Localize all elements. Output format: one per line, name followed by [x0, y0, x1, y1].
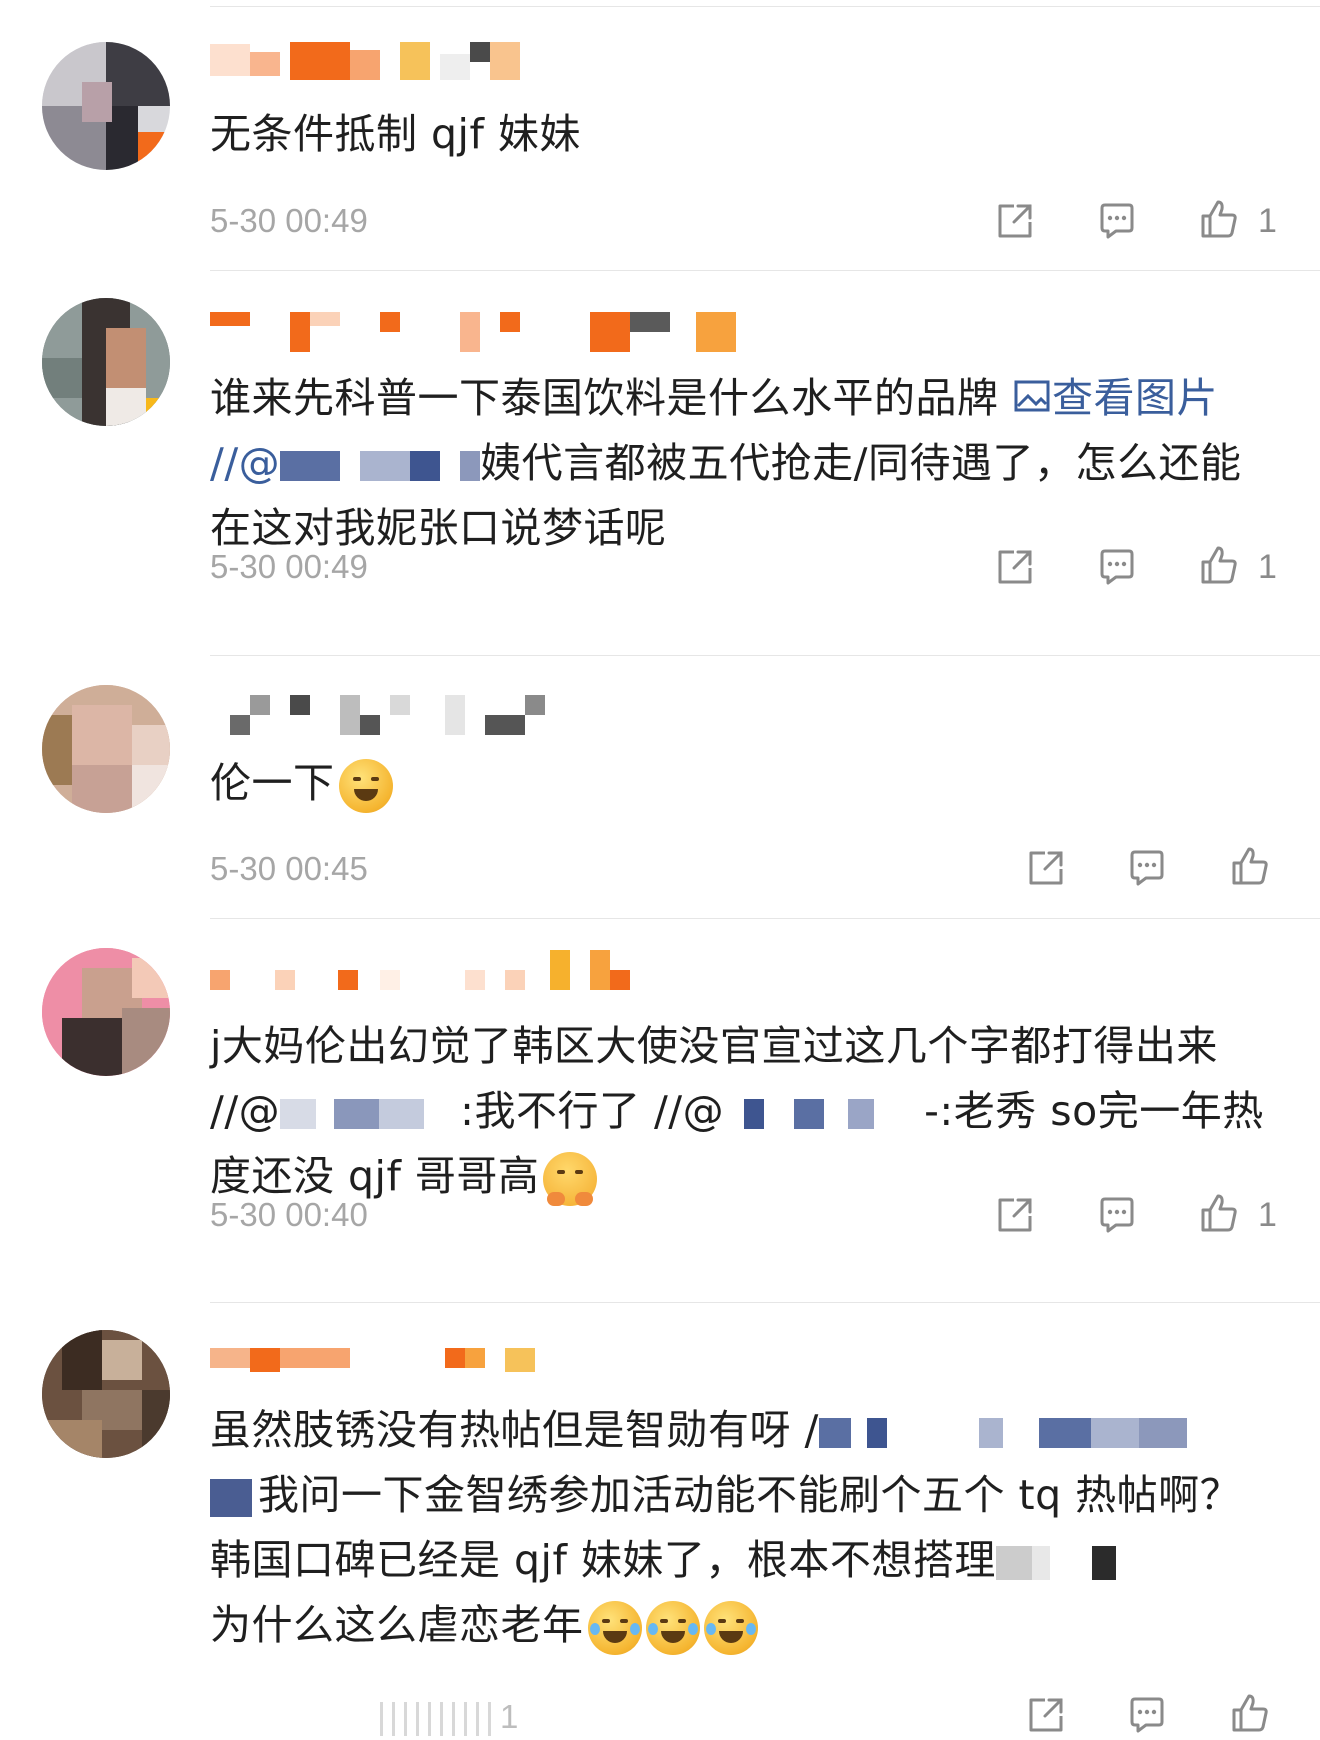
view-image-label: 查看图片: [1052, 374, 1219, 422]
comment-time: 5-30 00:49: [210, 548, 368, 585]
comment-text-part2: :我不行了 //@: [460, 1087, 725, 1135]
laughing-emoji-icon: [587, 1601, 642, 1655]
comment-text-part1: 谁来先科普一下泰国饮料是什么水平的品牌: [210, 374, 1013, 422]
like-icon[interactable]: [1229, 1692, 1271, 1734]
share-icon[interactable]: [994, 1194, 1036, 1236]
redacted-time: [380, 1702, 500, 1737]
comment-icon[interactable]: [1126, 847, 1168, 889]
like-icon[interactable]: [1229, 845, 1271, 887]
comment-text: 无条件抵制 qjf 妹妹: [210, 110, 581, 158]
image-icon: [1014, 380, 1050, 412]
comment-time: 5-30 00:49: [210, 202, 368, 239]
laughing-emoji-icon: [645, 1601, 700, 1655]
comment-text: j大妈伦出幻觉了韩区大使没官宣过这几个字都打得出来 //@:我不行了 //@ -:…: [210, 1014, 1280, 1209]
like-count: 1: [1258, 548, 1277, 586]
username-redacted[interactable]: [210, 312, 810, 352]
share-icon[interactable]: [1025, 847, 1067, 889]
comment-text-part3: 为什么这么虐恋老年: [210, 1601, 584, 1649]
mention-link[interactable]: //@: [210, 439, 481, 487]
comment-icon[interactable]: [1096, 1194, 1138, 1236]
divider: [210, 270, 1320, 271]
divider: [210, 6, 1320, 7]
avatar[interactable]: [42, 948, 170, 1076]
share-icon[interactable]: [1025, 1694, 1067, 1736]
avatar[interactable]: [42, 1330, 170, 1458]
mention-prefix: //@: [210, 439, 281, 487]
like-icon[interactable]: [1198, 198, 1240, 240]
comment-text: 虽然肢锈没有热帖但是智勋有呀 / 我问一下金智绣参加活动能不能刷个五个 tq 热帖…: [210, 1398, 1280, 1658]
redacted-text: [995, 1546, 1116, 1580]
comment-time-partial-digit: 1: [500, 1698, 519, 1735]
comment-time: 5-30 00:40: [210, 1196, 368, 1233]
comment-icon[interactable]: [1126, 1694, 1168, 1736]
avatar[interactable]: [42, 685, 170, 813]
redacted-mention[interactable]: [280, 1099, 461, 1129]
like-icon[interactable]: [1198, 544, 1240, 586]
comment-icon[interactable]: [1096, 546, 1138, 588]
username-redacted[interactable]: [210, 42, 810, 82]
username-redacted[interactable]: [210, 695, 810, 735]
like-count: 1: [1258, 202, 1277, 240]
thinking-emoji-icon: [338, 759, 393, 813]
like-icon[interactable]: [1198, 1192, 1240, 1234]
comment-text-part1: 虽然肢锈没有热帖但是智勋有呀 /: [210, 1406, 819, 1454]
username-redacted[interactable]: [210, 950, 810, 990]
comment-time: 5-30 00:45: [210, 850, 368, 887]
divider: [210, 655, 1320, 656]
username-redacted[interactable]: [210, 1348, 810, 1388]
avatar[interactable]: [42, 42, 170, 170]
comment-time-partial: 1: [380, 1698, 519, 1737]
comment-text: 伦一下: [210, 751, 1280, 816]
redacted-mention[interactable]: [818, 1418, 1219, 1448]
divider: [210, 918, 1320, 919]
redacted-mention[interactable]: [724, 1099, 925, 1129]
redacted-mention: [280, 451, 481, 481]
comment-icon[interactable]: [1096, 200, 1138, 242]
avatar[interactable]: [42, 298, 170, 426]
view-image-link[interactable]: 查看图片: [1012, 374, 1218, 422]
redacted-mention[interactable]: [210, 1479, 252, 1517]
comment-list: 无条件抵制 qjf 妹妹 5-30 00:49 1 谁来先科普一下泰国饮料是什么…: [0, 0, 1320, 1737]
share-icon[interactable]: [994, 200, 1036, 242]
comment-text-body: 伦一下: [210, 759, 335, 807]
hug-emoji-icon: [543, 1152, 598, 1206]
laughing-emoji-icon: [703, 1601, 758, 1655]
share-icon[interactable]: [994, 546, 1036, 588]
comment-text: 谁来先科普一下泰国饮料是什么水平的品牌 查看图片 //@ 姨代言都被五代抢走/同待…: [210, 366, 1280, 561]
like-count: 1: [1258, 1196, 1277, 1234]
divider: [210, 1302, 1320, 1303]
